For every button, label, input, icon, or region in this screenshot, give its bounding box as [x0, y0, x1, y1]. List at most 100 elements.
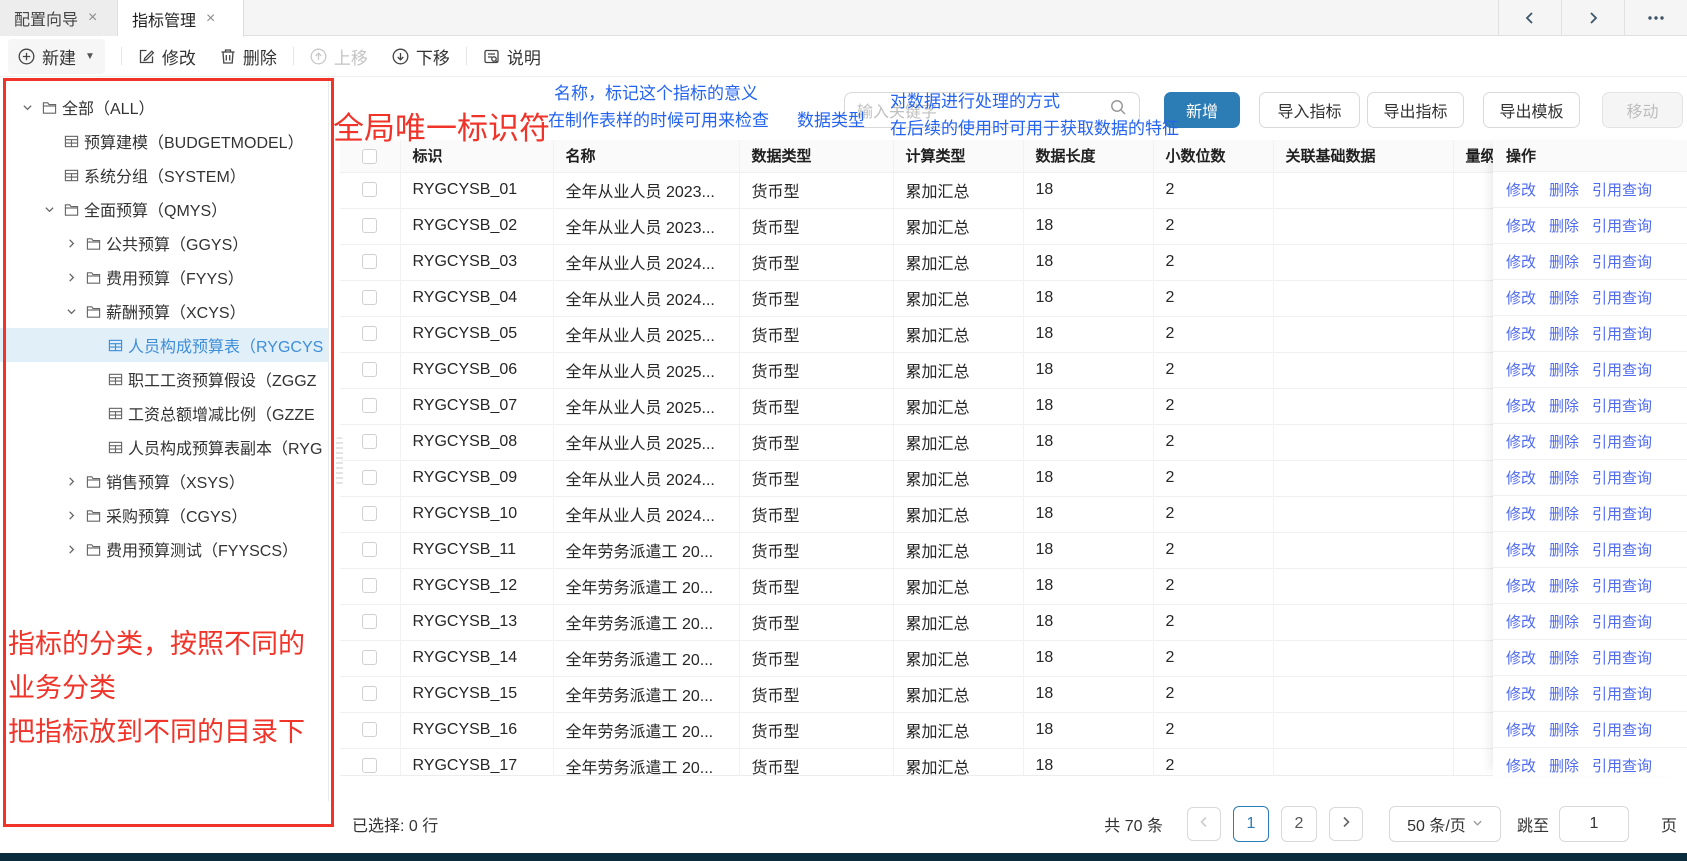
delete-link[interactable]: 删除: [1549, 647, 1579, 668]
row-checkbox[interactable]: [362, 326, 377, 341]
row-checkbox[interactable]: [362, 254, 377, 269]
modify-link[interactable]: 修改: [1506, 323, 1536, 344]
tree-item[interactable]: 全面预算（QMYS）: [0, 192, 328, 226]
modify-link[interactable]: 修改: [1506, 359, 1536, 380]
move-down-button[interactable]: 下移: [392, 44, 450, 69]
delete-button[interactable]: 删除: [220, 44, 277, 69]
reference-query-link[interactable]: 引用查询: [1592, 431, 1652, 452]
caret-right-icon[interactable]: [60, 476, 82, 487]
row-checkbox[interactable]: [362, 290, 377, 305]
caret-right-icon[interactable]: [60, 272, 82, 283]
reference-query-link[interactable]: 引用查询: [1592, 359, 1652, 380]
close-icon[interactable]: ×: [206, 11, 215, 27]
modify-link[interactable]: 修改: [1506, 611, 1536, 632]
delete-link[interactable]: 删除: [1549, 719, 1579, 740]
page-size-select[interactable]: 50 条/页: [1389, 806, 1501, 842]
modify-link[interactable]: 修改: [1506, 467, 1536, 488]
delete-link[interactable]: 删除: [1549, 431, 1579, 452]
page-button-2[interactable]: 2: [1281, 806, 1317, 842]
move-up-button[interactable]: 上移: [310, 44, 368, 69]
row-checkbox[interactable]: [362, 434, 377, 449]
page-button-1[interactable]: 1: [1233, 806, 1269, 842]
row-checkbox[interactable]: [362, 686, 377, 701]
reference-query-link[interactable]: 引用查询: [1592, 575, 1652, 596]
reference-query-link[interactable]: 引用查询: [1592, 539, 1652, 560]
tree-item[interactable]: 薪酬预算（XCYS）: [0, 294, 328, 328]
delete-link[interactable]: 删除: [1549, 215, 1579, 236]
tab-indicator-management[interactable]: 指标管理 ×: [118, 0, 244, 37]
tab-scroll-right-button[interactable]: [1561, 0, 1624, 36]
tab-config-wizard[interactable]: 配置向导 ×: [0, 0, 118, 36]
delete-link[interactable]: 删除: [1549, 683, 1579, 704]
row-checkbox[interactable]: [362, 398, 377, 413]
delete-link[interactable]: 删除: [1549, 359, 1579, 380]
caret-down-icon[interactable]: [16, 102, 38, 113]
export-template-button[interactable]: 导出模板: [1483, 92, 1580, 128]
next-page-button[interactable]: [1329, 807, 1363, 841]
tab-scroll-left-button[interactable]: [1498, 0, 1561, 36]
tree-item[interactable]: 系统分组（SYSTEM）: [0, 158, 328, 192]
reference-query-link[interactable]: 引用查询: [1592, 215, 1652, 236]
row-checkbox[interactable]: [362, 362, 377, 377]
reference-query-link[interactable]: 引用查询: [1592, 251, 1652, 272]
modify-link[interactable]: 修改: [1506, 755, 1536, 776]
row-checkbox[interactable]: [362, 182, 377, 197]
modify-link[interactable]: 修改: [1506, 647, 1536, 668]
delete-link[interactable]: 删除: [1549, 539, 1579, 560]
modify-link[interactable]: 修改: [1506, 179, 1536, 200]
export-indicator-button[interactable]: 导出指标: [1367, 92, 1464, 128]
delete-link[interactable]: 删除: [1549, 575, 1579, 596]
new-button[interactable]: 新建 ▼: [8, 39, 105, 74]
row-checkbox[interactable]: [362, 470, 377, 485]
delete-link[interactable]: 删除: [1549, 755, 1579, 776]
row-checkbox[interactable]: [362, 758, 377, 773]
help-button[interactable]: 说明: [483, 44, 541, 69]
caret-down-icon[interactable]: [60, 306, 82, 317]
caret-right-icon[interactable]: [60, 510, 82, 521]
reference-query-link[interactable]: 引用查询: [1592, 755, 1652, 776]
row-checkbox[interactable]: [362, 722, 377, 737]
delete-link[interactable]: 删除: [1549, 503, 1579, 524]
add-button[interactable]: 新增: [1164, 92, 1240, 128]
reference-query-link[interactable]: 引用查询: [1592, 287, 1652, 308]
move-to-button[interactable]: 移动: [1602, 92, 1683, 128]
jump-to-page-input[interactable]: [1559, 806, 1629, 842]
modify-link[interactable]: 修改: [1506, 575, 1536, 596]
modify-link[interactable]: 修改: [1506, 251, 1536, 272]
delete-link[interactable]: 删除: [1549, 611, 1579, 632]
tree-item[interactable]: 预算建模（BUDGETMODEL）: [0, 124, 328, 158]
modify-link[interactable]: 修改: [1506, 503, 1536, 524]
modify-link[interactable]: 修改: [1506, 683, 1536, 704]
caret-down-icon[interactable]: [38, 204, 60, 215]
import-indicator-button[interactable]: 导入指标: [1259, 92, 1360, 128]
row-checkbox[interactable]: [362, 578, 377, 593]
modify-button[interactable]: 修改: [138, 44, 196, 69]
reference-query-link[interactable]: 引用查询: [1592, 611, 1652, 632]
row-checkbox[interactable]: [362, 506, 377, 521]
reference-query-link[interactable]: 引用查询: [1592, 647, 1652, 668]
modify-link[interactable]: 修改: [1506, 287, 1536, 308]
delete-link[interactable]: 删除: [1549, 287, 1579, 308]
tree-item[interactable]: 职工工资预算假设（ZGGZ: [0, 362, 328, 396]
tree-item[interactable]: 采购预算（CGYS）: [0, 498, 328, 532]
delete-link[interactable]: 删除: [1549, 179, 1579, 200]
close-icon[interactable]: ×: [88, 10, 97, 26]
row-checkbox[interactable]: [362, 542, 377, 557]
reference-query-link[interactable]: 引用查询: [1592, 323, 1652, 344]
tree-item[interactable]: 工资总额增减比例（GZZE: [0, 396, 328, 430]
modify-link[interactable]: 修改: [1506, 215, 1536, 236]
row-checkbox[interactable]: [362, 614, 377, 629]
reference-query-link[interactable]: 引用查询: [1592, 395, 1652, 416]
caret-right-icon[interactable]: [60, 544, 82, 555]
modify-link[interactable]: 修改: [1506, 539, 1536, 560]
row-checkbox[interactable]: [362, 218, 377, 233]
prev-page-button[interactable]: [1187, 807, 1221, 841]
reference-query-link[interactable]: 引用查询: [1592, 467, 1652, 488]
tree-item[interactable]: 费用预算测试（FYYSCS）: [0, 532, 328, 566]
reference-query-link[interactable]: 引用查询: [1592, 503, 1652, 524]
reference-query-link[interactable]: 引用查询: [1592, 683, 1652, 704]
reference-query-link[interactable]: 引用查询: [1592, 719, 1652, 740]
tree-item[interactable]: 人员构成预算表（RYGCYS: [0, 328, 328, 362]
delete-link[interactable]: 删除: [1549, 467, 1579, 488]
tree-item[interactable]: 费用预算（FYYS）: [0, 260, 328, 294]
